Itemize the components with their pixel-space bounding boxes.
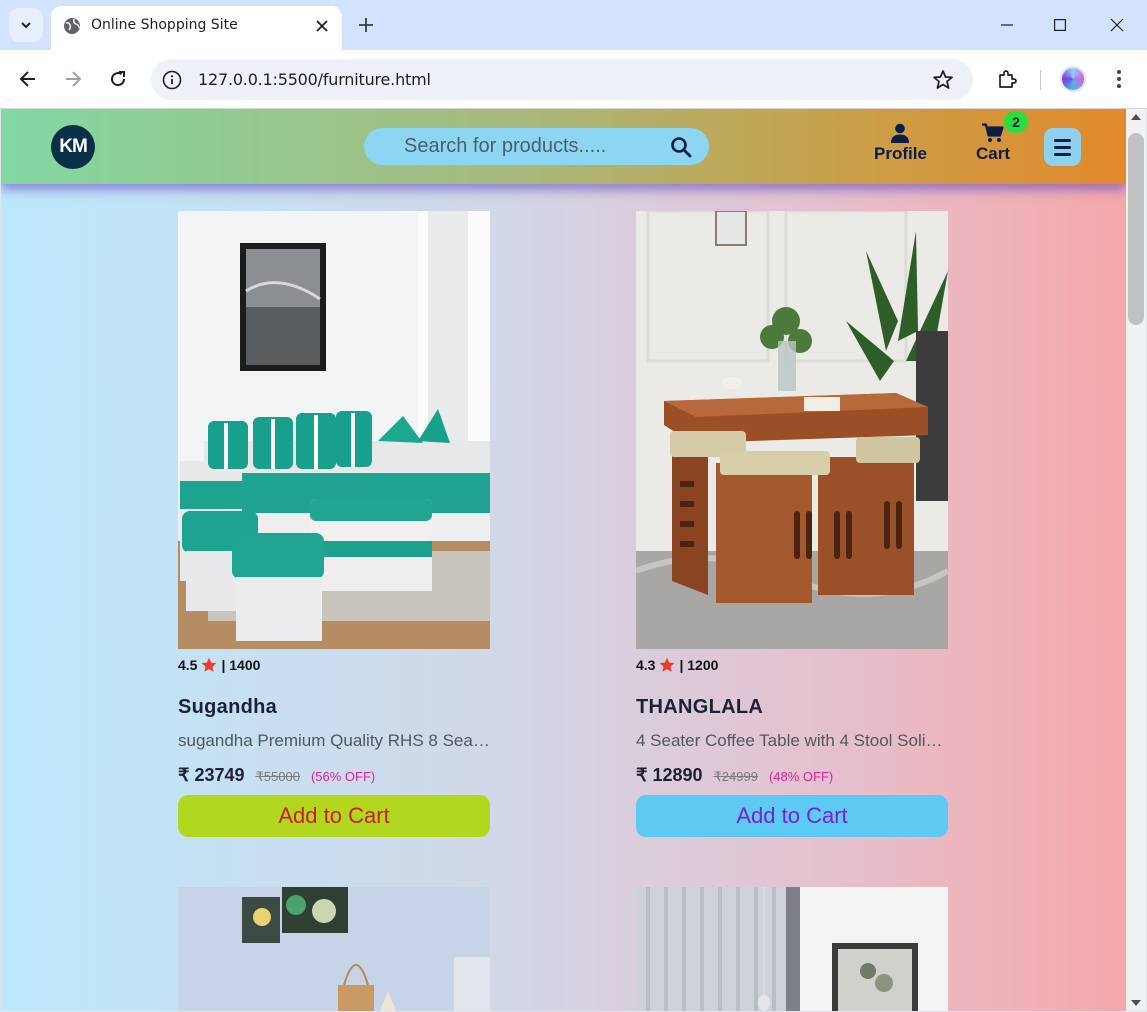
maximize-button[interactable] (1045, 11, 1075, 39)
profile-link[interactable]: Profile (874, 123, 927, 164)
product-discount: (56% OFF) (310, 769, 376, 784)
address-bar[interactable]: 127.0.0.1:5500/furniture.html (151, 59, 973, 100)
product-rating: 4.5 | 1400 (178, 657, 260, 673)
cart-count-badge: 2 (1004, 111, 1028, 133)
product-pricing: ₹ 23749 ₹55000 (56% OFF) (178, 765, 375, 786)
search-input[interactable] (404, 133, 654, 160)
product-search (364, 128, 709, 165)
maximize-icon (1054, 19, 1066, 31)
extensions-button[interactable] (993, 62, 1021, 96)
product-image-living-room[interactable] (178, 887, 490, 1011)
reload-button[interactable] (101, 62, 135, 96)
puzzle-icon (999, 70, 1017, 88)
cart-label: Cart (976, 144, 1011, 163)
close-icon (1110, 18, 1124, 32)
bookmark-star-icon[interactable] (931, 68, 955, 92)
product-image-decor[interactable] (636, 887, 948, 1011)
rating-value: 4.3 (636, 657, 656, 673)
minimize-button[interactable] (992, 11, 1022, 39)
review-count: | 1400 (221, 657, 261, 673)
add-to-cart-button[interactable]: Add to Cart (178, 795, 490, 837)
product-price: ₹ 23749 (178, 765, 245, 785)
chevron-down-icon (21, 22, 31, 29)
product-description: sugandha Premium Quality RHS 8 Seater So… (178, 731, 490, 750)
add-to-cart-button[interactable]: Add to Cart (636, 795, 948, 837)
hamburger-menu-icon[interactable] (1044, 128, 1081, 166)
rating-star-icon (202, 657, 217, 672)
arrow-left-icon (19, 71, 35, 87)
scroll-down-arrow-icon[interactable] (1131, 1000, 1141, 1006)
product-card: 4.3 | 1200 THANGLALA 4 Seater Coffee Tab… (636, 211, 948, 951)
page-viewport: KM Profile Cart 2 (1, 109, 1126, 1011)
product-description: 4 Seater Coffee Table with 4 Stool Solid… (636, 731, 948, 750)
arrow-right-icon (66, 71, 82, 87)
scrollbar-thumb[interactable] (1128, 133, 1144, 325)
scroll-up-arrow-icon[interactable] (1131, 114, 1141, 120)
tab-search-button[interactable] (9, 8, 43, 42)
globe-icon (64, 18, 80, 34)
cart-icon (982, 123, 1004, 142)
cart-link[interactable]: Cart (976, 123, 1010, 164)
new-tab-button[interactable] (352, 11, 380, 39)
profile-avatar[interactable] (1060, 66, 1086, 92)
minimize-icon (1001, 24, 1013, 26)
product-mrp: ₹55000 (255, 769, 300, 784)
forward-button[interactable] (56, 62, 90, 96)
product-rating: 4.3 | 1200 (636, 657, 718, 673)
url-text[interactable]: 127.0.0.1:5500/furniture.html (198, 70, 431, 89)
close-window-button[interactable] (1102, 11, 1132, 39)
tab-title: Online Shopping Site (91, 17, 238, 33)
site-navbar: KM Profile Cart 2 (1, 109, 1126, 184)
toolbar-divider (1040, 70, 1041, 90)
browser-toolbar: 127.0.0.1:5500/furniture.html (0, 50, 1147, 109)
review-count: | 1200 (679, 657, 719, 673)
browser-menu-icon[interactable] (1107, 64, 1131, 94)
browser-tab-strip: Online Shopping Site (0, 0, 1147, 50)
product-pricing: ₹ 12890 ₹24999 (48% OFF) (636, 765, 833, 786)
back-button[interactable] (11, 62, 45, 96)
product-mrp: ₹24999 (713, 769, 758, 784)
site-logo[interactable]: KM (51, 125, 95, 169)
search-icon[interactable] (670, 136, 692, 158)
site-info-icon[interactable] (161, 69, 183, 91)
product-discount: (48% OFF) (768, 769, 834, 784)
page-scrollbar[interactable] (1126, 109, 1146, 1011)
rating-value: 4.5 (178, 657, 198, 673)
product-image-sofa[interactable] (178, 211, 490, 649)
product-card: 4.5 | 1400 Sugandha sugandha Premium Qua… (178, 211, 490, 951)
browser-tab-active[interactable]: Online Shopping Site (51, 6, 342, 50)
product-brand: Sugandha (178, 696, 278, 718)
product-image-coffee-table[interactable] (636, 211, 948, 649)
product-brand: THANGLALA (636, 696, 764, 718)
user-icon (891, 123, 910, 143)
rating-star-icon (660, 657, 675, 672)
reload-icon (111, 71, 126, 87)
tab-close-icon[interactable] (310, 14, 334, 38)
profile-label: Profile (874, 144, 927, 163)
plus-icon (359, 18, 373, 32)
product-price: ₹ 12890 (636, 765, 703, 785)
